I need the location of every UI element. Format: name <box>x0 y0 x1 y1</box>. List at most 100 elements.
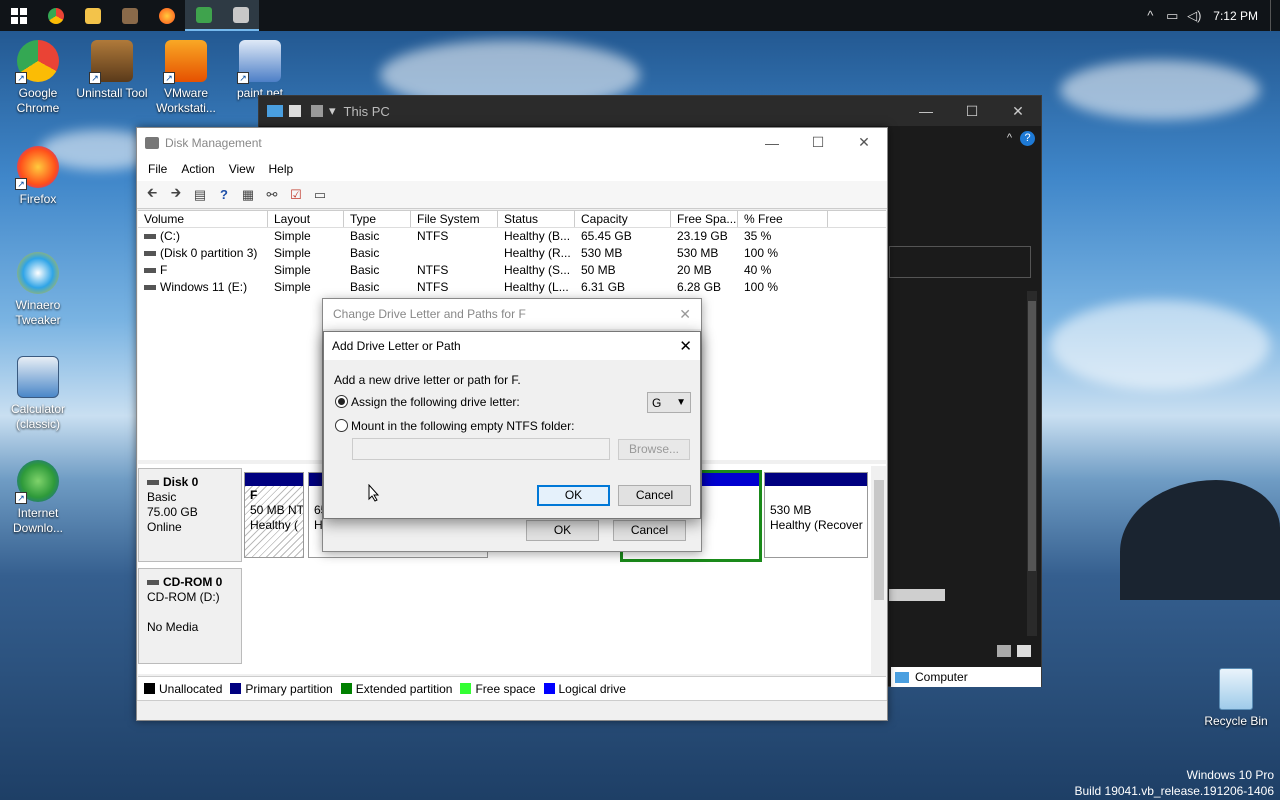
cell-type: Basic <box>350 263 380 277</box>
menu-help[interactable]: Help <box>262 162 301 176</box>
network-icon[interactable]: ▭ <box>1161 8 1183 24</box>
calculator-icon <box>17 356 59 398</box>
mount-folder-radio[interactable] <box>335 419 348 432</box>
desktop-icon-vmware[interactable]: ↗ VMware Workstati... <box>148 40 224 116</box>
menu-action[interactable]: Action <box>174 162 221 176</box>
partition-f[interactable]: F 50 MB NT Healthy ( <box>244 472 304 558</box>
cell-layout: Simple <box>274 263 311 277</box>
chrome-icon: ↗ <box>15 40 59 84</box>
taskbar-uninstall-tool[interactable] <box>111 0 148 31</box>
disk0-label[interactable]: Disk 0 Basic 75.00 GB Online <box>138 468 242 562</box>
table-row[interactable]: (C:) Simple Basic NTFS Healthy (B... 65.… <box>138 228 886 245</box>
disk-area-scrollbar[interactable] <box>871 466 887 676</box>
browse-button[interactable]: Browse... <box>618 439 690 460</box>
show-desktop-button[interactable] <box>1270 0 1280 31</box>
col-type[interactable]: Type <box>344 211 411 227</box>
recycle-bin-icon <box>1219 668 1253 710</box>
firefox-icon: ↗ <box>15 146 59 190</box>
table-row[interactable]: Windows 11 (E:) Simple Basic NTFS Health… <box>138 279 886 296</box>
cell-layout: Simple <box>274 246 311 260</box>
ribbon-collapse-icon[interactable]: ^ <box>1007 132 1012 144</box>
scrollbar-thumb[interactable] <box>874 480 884 600</box>
explorer-status-item[interactable]: Computer <box>891 667 1041 687</box>
menu-view[interactable]: View <box>222 162 262 176</box>
qat-properties-icon[interactable] <box>289 105 301 117</box>
dm-minimize-button[interactable]: — <box>749 128 795 157</box>
desktop-icon-uninstall-tool[interactable]: ↗ Uninstall Tool <box>74 40 150 101</box>
chg-cancel-button[interactable]: Cancel <box>613 520 686 541</box>
add-close-icon[interactable]: ✕ <box>679 337 692 355</box>
explorer-close-button[interactable]: ✕ <box>995 103 1041 120</box>
explorer-view-buttons[interactable] <box>997 645 1037 659</box>
start-button[interactable] <box>0 0 37 31</box>
mount-folder-label[interactable]: Mount in the following empty NTFS folder… <box>351 419 574 433</box>
desktop-icon-paint-net[interactable]: ↗ paint.net <box>222 40 298 101</box>
help-icon[interactable]: ? <box>213 185 235 205</box>
explorer-title: This PC <box>343 103 390 119</box>
desktop-icon-calculator[interactable]: Calculator (classic) <box>0 356 76 432</box>
qat-dropdown-icon[interactable]: ▾ <box>329 103 336 119</box>
desktop-icon-recycle-bin[interactable]: Recycle Bin <box>1198 668 1274 729</box>
tweaker-icon <box>195 6 212 23</box>
drive-icon <box>144 251 156 257</box>
desktop-icon-winaero-tweaker[interactable]: Winaero Tweaker <box>0 252 76 328</box>
tray-chevron-icon[interactable]: ^ <box>1139 8 1161 23</box>
table-row[interactable]: F Simple Basic NTFS Healthy (S... 50 MB … <box>138 262 886 279</box>
taskbar-firefox[interactable] <box>148 0 185 31</box>
dm-close-button[interactable]: ✕ <box>841 128 887 157</box>
show-hide-tree-icon[interactable]: ▤ <box>189 185 211 205</box>
menu-file[interactable]: File <box>141 162 174 176</box>
help-icon[interactable]: ? <box>1020 130 1035 146</box>
col-file-system[interactable]: File System <box>411 211 498 227</box>
shortcut-arrow-icon: ↗ <box>163 72 175 84</box>
partition-recovery[interactable]: 530 MB Healthy (Recover <box>764 472 868 558</box>
clock[interactable]: 7:12 PM <box>1205 9 1270 23</box>
explorer-maximize-button[interactable]: ☐ <box>949 103 995 120</box>
col-layout[interactable]: Layout <box>268 211 344 227</box>
dm-title-bar: Disk Management — ☐ ✕ <box>137 128 887 157</box>
dm-maximize-button[interactable]: ☐ <box>795 128 841 157</box>
add-ok-button[interactable]: OK <box>537 485 610 506</box>
col-volume[interactable]: Volume <box>138 211 268 227</box>
desktop-icon-chrome[interactable]: ↗ Google Chrome <box>0 40 76 116</box>
partition-f-name: F <box>250 488 258 502</box>
back-arrow-icon[interactable]: 🡰 <box>141 185 163 205</box>
cell-fs: NTFS <box>417 229 449 243</box>
assign-letter-label[interactable]: Assign the following drive letter: <box>351 395 520 409</box>
table-row[interactable]: (Disk 0 partition 3) Simple Basic Health… <box>138 245 886 262</box>
col-status[interactable]: Status <box>498 211 575 227</box>
desktop-icon-internet-download-manager[interactable]: ↗ Internet Downlo... <box>0 460 76 536</box>
mount-folder-input[interactable] <box>352 438 610 460</box>
chg-ok-button[interactable]: OK <box>526 520 599 541</box>
connect-icon[interactable]: ⚯ <box>261 185 283 205</box>
taskbar-tweaker[interactable] <box>185 0 222 31</box>
drive-letter-select[interactable]: G ▼ <box>647 392 691 413</box>
cell-free: 6.28 GB <box>677 280 722 294</box>
taskbar-file-explorer[interactable] <box>74 0 111 31</box>
col-free-space[interactable]: Free Spa... <box>671 211 738 227</box>
disk0-state: Online <box>147 520 182 534</box>
qat-newfolder-icon[interactable] <box>311 105 323 117</box>
volume-icon[interactable]: ◁) <box>1183 8 1205 24</box>
cell-status: Healthy (S... <box>504 263 571 277</box>
col-percent-free[interactable]: % Free <box>738 211 828 227</box>
desktop-icon-firefox[interactable]: ↗ Firefox <box>0 146 76 207</box>
desktop-icon-label: Recycle Bin <box>1204 714 1268 728</box>
legend-logical: Logical drive <box>543 682 626 696</box>
taskbar-disk-management[interactable] <box>222 0 259 31</box>
taskbar-chrome[interactable] <box>37 0 74 31</box>
forward-arrow-icon[interactable]: 🡲 <box>165 185 187 205</box>
explorer-scrollbar[interactable] <box>1027 291 1037 636</box>
add-cancel-button[interactable]: Cancel <box>618 485 691 506</box>
settings-icon[interactable]: ▭ <box>309 185 331 205</box>
cdrom0-label[interactable]: CD-ROM 0 CD-ROM (D:) No Media <box>138 568 242 664</box>
dm-status-bar <box>137 700 887 720</box>
explorer-minimize-button[interactable]: — <box>903 103 949 119</box>
assign-letter-radio[interactable] <box>335 395 348 408</box>
col-capacity[interactable]: Capacity <box>575 211 671 227</box>
chg-close-icon[interactable]: ✕ <box>679 306 691 323</box>
add-intro-text: Add a new drive letter or path for F. <box>334 373 521 387</box>
properties-icon[interactable]: ▦ <box>237 185 259 205</box>
explorer-search-box[interactable] <box>889 246 1031 278</box>
check-icon[interactable]: ☑ <box>285 185 307 205</box>
